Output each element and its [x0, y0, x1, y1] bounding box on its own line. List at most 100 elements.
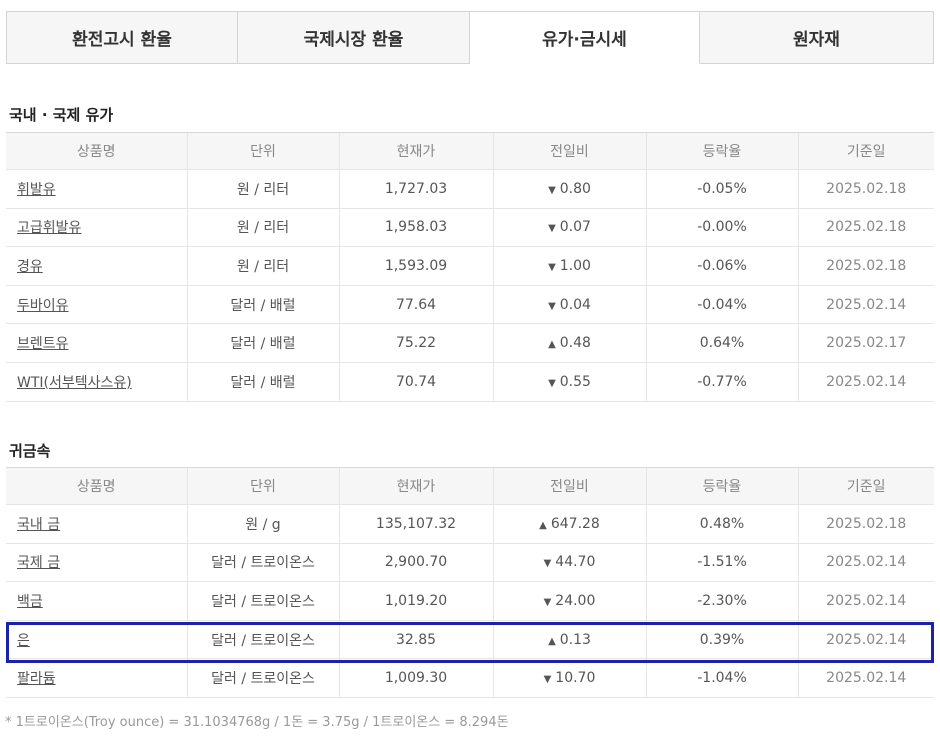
- product-name-link[interactable]: 고급휘발유: [17, 220, 81, 236]
- date-cell: 2025.02.18: [797, 504, 934, 544]
- triangle-down-icon: ▼: [543, 596, 552, 608]
- date-cell: 2025.02.14: [797, 362, 934, 402]
- unit-cell: 달러 / 트로이온스: [186, 658, 339, 698]
- col-header-unit: 단위: [186, 132, 339, 170]
- product-name-cell: 경유: [6, 246, 187, 286]
- table-row: 고급휘발유 원 / 리터 1,958.03 ▼ 0.07 -0.00% 2025.02.18: [6, 208, 934, 248]
- triangle-down-icon: ▼: [548, 261, 556, 273]
- unit-cell: 달러 / 트로이온스: [186, 581, 339, 621]
- table-row: 팔라듐 달러 / 트로이온스 1,009.30 ▼ 10.70 -1.04% 2025.02…: [6, 658, 934, 698]
- col-header-rate: 등락율: [645, 132, 798, 170]
- rate-cell: -1.04%: [645, 658, 798, 698]
- metal-section-title: 귀금속: [9, 442, 51, 460]
- unit-cell: 원 / g: [186, 504, 339, 544]
- unit-cell: 원 / 리터: [186, 246, 339, 286]
- product-name-cell: 두바이유: [6, 285, 187, 325]
- price-cell: 1,009.30: [338, 658, 493, 698]
- product-name-link[interactable]: 은: [17, 633, 30, 649]
- change-cell: ▼ 44.70: [492, 543, 646, 583]
- change-value: 0.80: [559, 180, 591, 197]
- unit-cell: 달러 / 배럴: [186, 323, 339, 363]
- product-name-link[interactable]: 경유: [17, 259, 43, 275]
- col-header-change: 전일비: [492, 467, 646, 505]
- precious-metal-table: 상품명 단위 현재가 전일비 등락율 기준일 국내 금 원 / g 135,107.…: [6, 467, 934, 698]
- rate-cell: 0.64%: [645, 323, 798, 363]
- table-row: 국제 금 달러 / 트로이온스 2,900.70 ▼ 44.70 -1.51% 2025.0…: [6, 543, 934, 583]
- rate-cell: -2.30%: [645, 581, 798, 621]
- product-name-cell: 국내 금: [6, 504, 187, 544]
- price-cell: 1,727.03: [338, 169, 493, 209]
- change-cell: ▼ 0.55: [492, 362, 646, 402]
- col-header-unit: 단위: [186, 467, 339, 505]
- date-cell: 2025.02.14: [797, 620, 934, 660]
- date-cell: 2025.02.14: [797, 543, 934, 583]
- price-cell: 1,593.09: [338, 246, 493, 286]
- product-name-link[interactable]: 국제 금: [17, 555, 60, 571]
- product-name-link[interactable]: 브렌트유: [17, 336, 69, 352]
- rate-cell: -1.51%: [645, 543, 798, 583]
- tab-oil-gold[interactable]: 유가·금시세: [470, 11, 700, 64]
- change-value: 24.00: [555, 592, 596, 609]
- date-cell: 2025.02.14: [797, 581, 934, 621]
- table-row: 국내 금원 / g 135,107.32 ▲ 647.28 0.48% 2025.02.1…: [6, 504, 934, 544]
- unit-cell: 달러 / 트로이온스: [186, 543, 339, 583]
- date-cell: 2025.02.14: [797, 658, 934, 698]
- change-value: 0.55: [559, 373, 591, 390]
- triangle-up-icon: ▲: [539, 519, 547, 531]
- product-name-cell: 은: [6, 620, 187, 660]
- oil-price-table: 상품명 단위 현재가 전일비 등락율 기준일 휘발유 원 / 리터 1,727.03…: [6, 132, 934, 402]
- change-cell: ▼ 24.00: [492, 581, 646, 621]
- change-value: 1.00: [559, 257, 591, 274]
- triangle-down-icon: ▼: [548, 223, 556, 235]
- product-name-link[interactable]: 백금: [17, 594, 43, 610]
- product-name-link[interactable]: 팔라듐: [17, 671, 56, 687]
- change-value: 0.48: [559, 335, 591, 352]
- product-name-cell: 휘발유: [6, 169, 187, 209]
- product-name-cell: 백금: [6, 581, 187, 621]
- triangle-down-icon: ▼: [543, 558, 552, 570]
- triangle-down-icon: ▼: [548, 300, 556, 312]
- tab-international-exchange[interactable]: 국제시장 환율: [238, 11, 470, 64]
- unit-cell: 원 / 리터: [186, 208, 339, 248]
- change-value: 10.70: [555, 670, 596, 687]
- product-name-link[interactable]: 국내 금: [17, 517, 60, 533]
- triangle-down-icon: ▼: [548, 377, 556, 389]
- date-cell: 2025.02.14: [797, 285, 934, 325]
- product-name-cell: WTI(서부텍사스유): [6, 362, 187, 402]
- col-header-change: 전일비: [492, 132, 646, 170]
- product-name-cell: 국제 금: [6, 543, 187, 583]
- tab-raw-materials[interactable]: 원자재: [700, 11, 934, 64]
- change-cell: ▼ 0.04: [492, 285, 646, 325]
- table-row: WTI(서부텍사스유) 달러 / 배럴 70.74 ▼ 0.55 -0.77% 2025.0…: [6, 362, 934, 402]
- price-cell: 77.64: [338, 285, 493, 325]
- product-name-cell: 팔라듐: [6, 658, 187, 698]
- col-header-product: 상품명: [6, 132, 187, 170]
- change-cell: ▲ 0.48: [492, 323, 646, 363]
- tab-exchange-notice[interactable]: 환전고시 환율: [6, 11, 238, 64]
- price-cell: 75.22: [338, 323, 493, 363]
- table-row: 경유 원 / 리터 1,593.09 ▼ 1.00 -0.06% 2025.02.18: [6, 246, 934, 286]
- table-row: 백금 달러 / 트로이온스 1,019.20 ▼ 24.00 -2.30% 2025.02.…: [6, 581, 934, 621]
- price-cell: 135,107.32: [338, 504, 493, 544]
- rate-cell: -0.77%: [645, 362, 798, 402]
- change-cell: ▼ 10.70: [492, 658, 646, 698]
- triangle-up-icon: ▲: [548, 339, 556, 351]
- product-name-link[interactable]: 두바이유: [17, 298, 69, 314]
- rate-cell: -0.00%: [645, 208, 798, 248]
- change-cell: ▼ 0.80: [492, 169, 646, 209]
- table-header-row: 상품명 단위 현재가 전일비 등락율 기준일: [6, 467, 934, 505]
- table-row: 은 달러 / 트로이온스 32.85 ▲ 0.13 0.39% 2025.02.14: [6, 620, 934, 660]
- product-name-link[interactable]: WTI(서부텍사스유): [17, 375, 132, 391]
- date-cell: 2025.02.18: [797, 246, 934, 286]
- rate-cell: -0.04%: [645, 285, 798, 325]
- product-name-link[interactable]: 휘발유: [17, 182, 56, 198]
- date-cell: 2025.02.18: [797, 169, 934, 209]
- col-header-price: 현재가: [338, 132, 493, 170]
- table-row: 브렌트유 달러 / 배럴 75.22 ▲ 0.48 0.64% 2025.02.17: [6, 323, 934, 363]
- date-cell: 2025.02.18: [797, 208, 934, 248]
- price-cell: 2,900.70: [338, 543, 493, 583]
- metal-table-body: 국내 금원 / g 135,107.32 ▲ 647.28 0.48% 2025.02.1…: [6, 504, 934, 698]
- change-cell: ▼ 1.00: [492, 246, 646, 286]
- unit-cell: 달러 / 트로이온스: [186, 620, 339, 660]
- change-value: 0.13: [559, 631, 591, 648]
